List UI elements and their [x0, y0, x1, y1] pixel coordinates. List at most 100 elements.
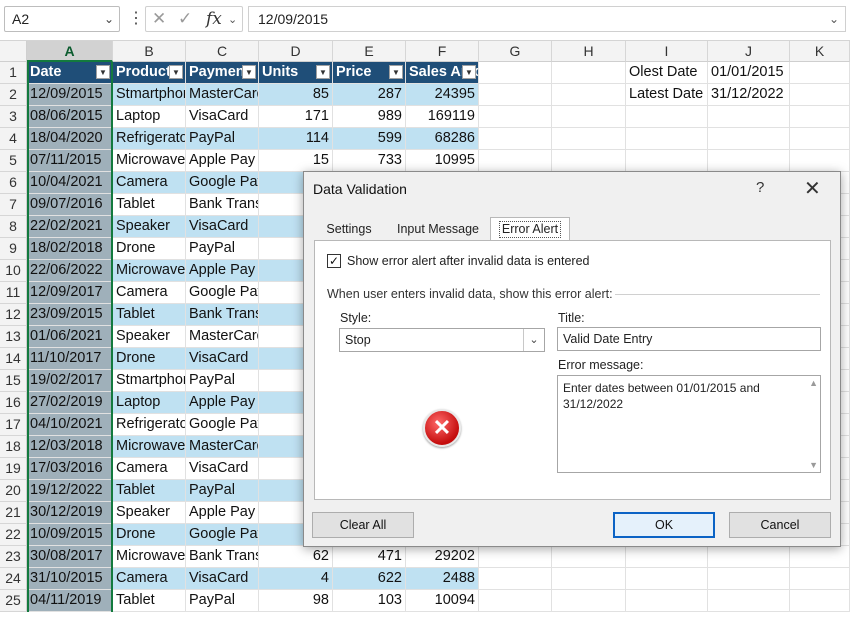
row-header[interactable]: 22	[0, 524, 27, 546]
empty-cell[interactable]	[552, 106, 626, 128]
oldest-date-value[interactable]: 01/01/2015	[708, 62, 790, 84]
row-header[interactable]: 20	[0, 480, 27, 502]
table-cell[interactable]: Stmartphone	[113, 370, 186, 392]
table-cell[interactable]: 287	[333, 84, 406, 106]
table-cell[interactable]: Microwave	[113, 150, 186, 172]
table-cell[interactable]: 30/08/2017	[27, 546, 113, 568]
table-cell[interactable]: 989	[333, 106, 406, 128]
scroll-up-icon[interactable]: ▲	[809, 378, 818, 388]
table-cell[interactable]: 12/03/2018	[27, 436, 113, 458]
table-cell[interactable]: VisaCard	[186, 106, 259, 128]
empty-cell[interactable]	[626, 106, 708, 128]
empty-cell[interactable]	[479, 546, 552, 568]
show-error-alert-label[interactable]: Show error alert after invalid data is e…	[347, 254, 590, 268]
row-header[interactable]: 19	[0, 458, 27, 480]
table-header-cell[interactable]: Date ▼	[27, 62, 113, 84]
empty-cell[interactable]	[708, 128, 790, 150]
scroll-down-icon[interactable]: ▼	[809, 460, 818, 470]
tab-settings[interactable]: Settings	[314, 219, 384, 241]
table-cell[interactable]: Laptop	[113, 392, 186, 414]
empty-cell[interactable]	[552, 590, 626, 612]
table-cell[interactable]: Microwave	[113, 260, 186, 282]
table-cell[interactable]: 103	[333, 590, 406, 612]
cancel-entry-icon[interactable]: ✕	[152, 9, 166, 29]
column-header-d[interactable]: D	[259, 41, 333, 62]
table-cell[interactable]: Camera	[113, 172, 186, 194]
table-cell[interactable]: MasterCard	[186, 436, 259, 458]
table-cell[interactable]: Google Pay	[186, 524, 259, 546]
column-header-e[interactable]: E	[333, 41, 406, 62]
empty-cell[interactable]	[790, 150, 850, 172]
table-cell[interactable]: Bank Transfer	[186, 194, 259, 216]
row-header[interactable]: 4	[0, 128, 27, 150]
row-header[interactable]: 13	[0, 326, 27, 348]
empty-cell[interactable]	[479, 62, 552, 84]
table-cell[interactable]: VisaCard	[186, 348, 259, 370]
table-cell[interactable]: PayPal	[186, 128, 259, 150]
table-cell[interactable]: Microwave	[113, 436, 186, 458]
table-cell[interactable]: 04/10/2021	[27, 414, 113, 436]
row-header[interactable]: 17	[0, 414, 27, 436]
empty-cell[interactable]	[552, 128, 626, 150]
table-cell[interactable]: Tablet	[113, 194, 186, 216]
table-cell[interactable]: 98	[259, 590, 333, 612]
table-cell[interactable]: 12/09/2015	[27, 84, 113, 106]
row-header[interactable]: 24	[0, 568, 27, 590]
table-cell[interactable]: 23/09/2015	[27, 304, 113, 326]
row-header[interactable]: 23	[0, 546, 27, 568]
empty-cell[interactable]	[479, 106, 552, 128]
table-cell[interactable]: 04/11/2019	[27, 590, 113, 612]
table-cell[interactable]: 24395	[406, 84, 479, 106]
name-box[interactable]: A2 ⌄	[4, 6, 120, 32]
empty-cell[interactable]	[790, 128, 850, 150]
table-cell[interactable]: Bank Transfer	[186, 304, 259, 326]
table-cell[interactable]: Microwave	[113, 546, 186, 568]
select-all-corner[interactable]	[0, 41, 27, 62]
table-cell[interactable]: MasterCard	[186, 326, 259, 348]
table-cell[interactable]: Google Pay	[186, 172, 259, 194]
table-cell[interactable]: 18/02/2018	[27, 238, 113, 260]
table-cell[interactable]: 19/12/2022	[27, 480, 113, 502]
table-cell[interactable]: 68286	[406, 128, 479, 150]
table-cell[interactable]: VisaCard	[186, 458, 259, 480]
table-cell[interactable]: 08/06/2015	[27, 106, 113, 128]
table-cell[interactable]: Google Pay	[186, 414, 259, 436]
clear-all-button[interactable]: Clear All	[312, 512, 414, 538]
table-cell[interactable]: 171	[259, 106, 333, 128]
table-header-cell[interactable]: Sales Amount▼	[406, 62, 479, 84]
oldest-date-label[interactable]: Olest Date	[626, 62, 708, 84]
table-cell[interactable]: Speaker	[113, 216, 186, 238]
table-cell[interactable]: 471	[333, 546, 406, 568]
row-header[interactable]: 6	[0, 172, 27, 194]
column-header-c[interactable]: C	[186, 41, 259, 62]
table-cell[interactable]: 114	[259, 128, 333, 150]
table-cell[interactable]: 733	[333, 150, 406, 172]
empty-cell[interactable]	[552, 150, 626, 172]
filter-dropdown-icon[interactable]: ▼	[462, 65, 476, 79]
table-cell[interactable]: 10094	[406, 590, 479, 612]
row-header[interactable]: 9	[0, 238, 27, 260]
filter-dropdown-icon[interactable]: ▼	[242, 65, 256, 79]
table-cell[interactable]: 4	[259, 568, 333, 590]
error-message-textarea[interactable]: Enter dates between 01/01/2015 and 31/12…	[557, 375, 821, 473]
table-cell[interactable]: Drone	[113, 348, 186, 370]
row-header[interactable]: 14	[0, 348, 27, 370]
table-cell[interactable]: PayPal	[186, 370, 259, 392]
table-cell[interactable]: 07/11/2015	[27, 150, 113, 172]
table-cell[interactable]: Refrigerator	[113, 414, 186, 436]
row-header[interactable]: 15	[0, 370, 27, 392]
column-header-j[interactable]: J	[708, 41, 790, 62]
table-cell[interactable]: Tablet	[113, 590, 186, 612]
column-header-i[interactable]: I	[626, 41, 708, 62]
row-header[interactable]: 18	[0, 436, 27, 458]
table-cell[interactable]: Refrigerator	[113, 128, 186, 150]
table-cell[interactable]: 30/12/2019	[27, 502, 113, 524]
title-input[interactable]: Valid Date Entry	[557, 327, 821, 351]
empty-cell[interactable]	[479, 128, 552, 150]
expand-formula-icon[interactable]: ⌄	[829, 12, 839, 26]
table-cell[interactable]: PayPal	[186, 590, 259, 612]
empty-cell[interactable]	[626, 590, 708, 612]
table-cell[interactable]: 2488	[406, 568, 479, 590]
row-header[interactable]: 5	[0, 150, 27, 172]
chevron-down-icon[interactable]: ⌄	[523, 329, 544, 351]
